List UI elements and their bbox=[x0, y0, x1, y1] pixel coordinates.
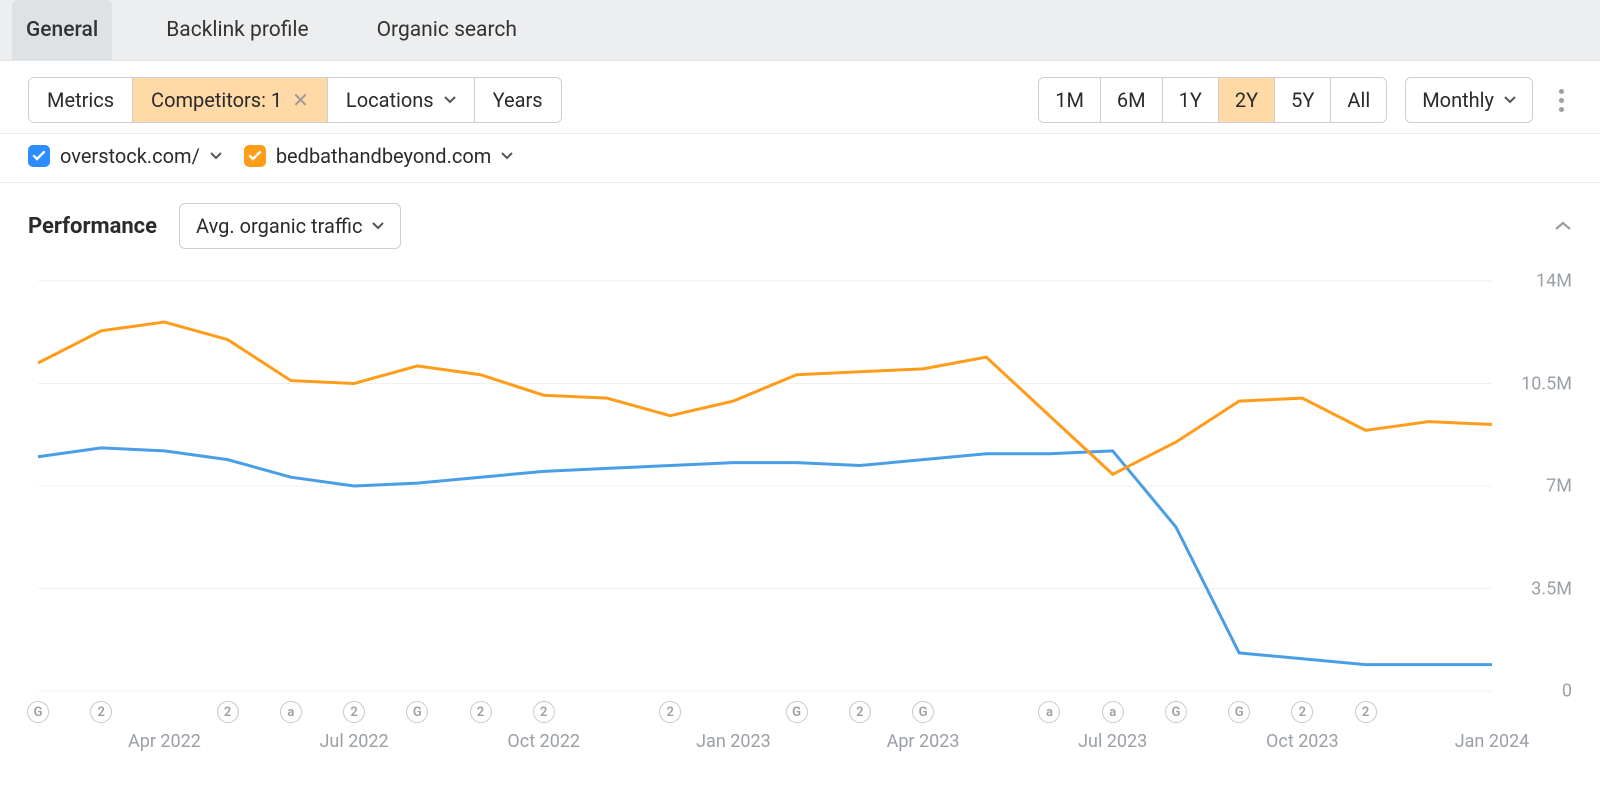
chevron-down-icon bbox=[372, 222, 384, 230]
x-tick-label: Apr 2023 bbox=[887, 731, 960, 752]
event-marker[interactable]: 2 bbox=[1355, 701, 1377, 723]
event-marker[interactable]: 2 bbox=[343, 701, 365, 723]
event-marker[interactable]: 2 bbox=[659, 701, 681, 723]
section-title: Performance bbox=[28, 214, 157, 239]
x-axis-labels: Apr 2022 Jul 2022 Oct 2022 Jan 2023 Apr 2023… bbox=[38, 731, 1492, 759]
x-tick-label: Oct 2023 bbox=[1266, 731, 1339, 752]
range-1m[interactable]: 1M bbox=[1039, 78, 1101, 122]
chevron-down-icon bbox=[1504, 96, 1516, 104]
range-2y[interactable]: 2Y bbox=[1219, 78, 1275, 122]
range-5y[interactable]: 5Y bbox=[1275, 78, 1331, 122]
chevron-down-icon bbox=[501, 152, 513, 160]
chevron-down-icon bbox=[444, 96, 456, 104]
x-tick-label: Oct 2022 bbox=[507, 731, 580, 752]
granularity-select[interactable]: Monthly bbox=[1405, 77, 1533, 123]
range-1y[interactable]: 1Y bbox=[1163, 78, 1219, 122]
y-tick-label: 7M bbox=[1546, 476, 1572, 497]
line-chart bbox=[28, 261, 1572, 701]
legend-item-overstock[interactable]: overstock.com/ bbox=[28, 144, 222, 168]
event-marker[interactable]: G bbox=[786, 701, 808, 723]
y-tick-label: 3.5M bbox=[1531, 578, 1572, 599]
chevron-down-icon bbox=[210, 152, 222, 160]
chart-container: 0 3.5M 7M 10.5M 14M G 2 2 a 2 G 2 2 2 G 2 Ga a G G 2 2 Apr 2… bbox=[28, 261, 1572, 759]
range-6m[interactable]: 6M bbox=[1101, 78, 1163, 122]
checkbox-icon[interactable] bbox=[244, 145, 266, 167]
locations-button[interactable]: Locations bbox=[328, 78, 475, 122]
x-tick-label: Jul 2023 bbox=[1078, 731, 1147, 752]
tab-backlink[interactable]: Backlink profile bbox=[152, 0, 322, 60]
metrics-button[interactable]: Metrics bbox=[29, 78, 133, 122]
competitors-button[interactable]: Competitors: 1 ✕ bbox=[133, 78, 328, 122]
y-tick-label: 14M bbox=[1536, 271, 1572, 292]
tab-organic[interactable]: Organic search bbox=[363, 0, 531, 60]
section-header: Performance Avg. organic traffic bbox=[0, 183, 1600, 253]
y-tick-label: 10.5M bbox=[1521, 373, 1572, 394]
x-tick-label: Apr 2022 bbox=[128, 731, 201, 752]
toolbar: Metrics Competitors: 1 ✕ Locations Years… bbox=[0, 61, 1600, 134]
legend-item-bbb[interactable]: bedbathandbeyond.com bbox=[244, 144, 513, 168]
event-marker[interactable]: 2 bbox=[470, 701, 492, 723]
range-all[interactable]: All bbox=[1331, 78, 1386, 122]
x-tick-label: Jul 2022 bbox=[319, 731, 388, 752]
range-group: 1M 6M 1Y 2Y 5Y All bbox=[1038, 77, 1387, 123]
event-marker[interactable]: G bbox=[1165, 701, 1187, 723]
y-tick-label: 0 bbox=[1562, 681, 1572, 702]
event-marker[interactable]: G bbox=[27, 701, 49, 723]
event-marker[interactable]: a bbox=[1102, 701, 1124, 723]
event-marker[interactable]: G bbox=[1228, 701, 1250, 723]
x-tick-label: Jan 2024 bbox=[1455, 731, 1530, 752]
event-marker[interactable]: 2 bbox=[849, 701, 871, 723]
event-markers: G22a2G222G2GaaGG22 bbox=[38, 701, 1492, 727]
event-marker[interactable]: 2 bbox=[1291, 701, 1313, 723]
close-icon[interactable]: ✕ bbox=[292, 90, 309, 110]
event-marker[interactable]: 2 bbox=[217, 701, 239, 723]
checkbox-icon[interactable] bbox=[28, 145, 50, 167]
event-marker[interactable]: 2 bbox=[90, 701, 112, 723]
event-marker[interactable]: G bbox=[912, 701, 934, 723]
tabs: General Backlink profile Organic search bbox=[0, 0, 1600, 61]
event-marker[interactable]: 2 bbox=[533, 701, 555, 723]
legend: overstock.com/ bedbathandbeyond.com bbox=[0, 134, 1600, 183]
years-button[interactable]: Years bbox=[475, 78, 561, 122]
tab-general[interactable]: General bbox=[12, 0, 112, 60]
event-marker[interactable]: a bbox=[280, 701, 302, 723]
more-menu-icon[interactable] bbox=[1551, 81, 1572, 120]
event-marker[interactable]: G bbox=[406, 701, 428, 723]
collapse-icon[interactable] bbox=[1554, 216, 1572, 237]
event-marker[interactable]: a bbox=[1038, 701, 1060, 723]
filter-group: Metrics Competitors: 1 ✕ Locations Years bbox=[28, 77, 562, 123]
x-tick-label: Jan 2023 bbox=[696, 731, 771, 752]
metric-select[interactable]: Avg. organic traffic bbox=[179, 203, 401, 249]
